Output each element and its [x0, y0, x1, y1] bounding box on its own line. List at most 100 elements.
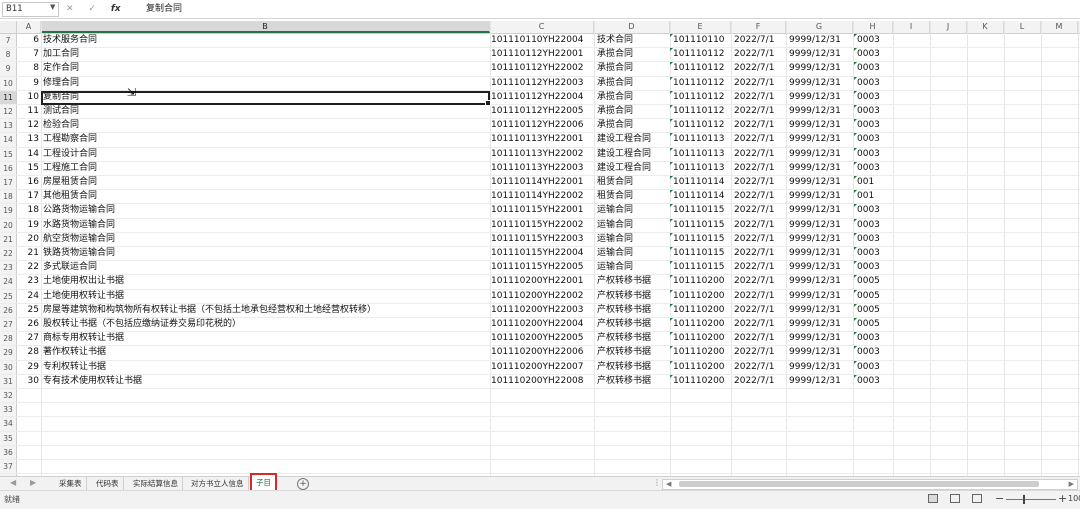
cell-e[interactable]: 101110112 — [670, 90, 725, 104]
cell-f[interactable]: 2022/7/1 — [734, 62, 774, 75]
cell-e[interactable]: 101110200 — [670, 318, 725, 331]
column-header-e[interactable]: E — [670, 21, 731, 33]
cell-b[interactable]: 多式联运合同 — [43, 261, 97, 274]
cell-b[interactable]: 商标专用权转让书据 — [43, 332, 124, 345]
cell-g[interactable]: 9999/12/31 — [789, 148, 841, 161]
row-header[interactable]: 21 — [0, 232, 17, 246]
cell-a[interactable]: 6 — [17, 34, 41, 47]
cell-d[interactable]: 运输合同 — [597, 261, 633, 274]
cell-h[interactable]: 0003 — [854, 76, 880, 90]
row-header[interactable]: 7 — [0, 34, 17, 48]
cell-h[interactable]: 0003 — [854, 332, 880, 345]
cell-f[interactable]: 2022/7/1 — [734, 247, 774, 260]
cell-f[interactable]: 2022/7/1 — [734, 275, 774, 288]
cell-e[interactable]: 101110113 — [670, 133, 725, 146]
normal-view-icon[interactable] — [928, 494, 938, 503]
cell-a[interactable]: 11 — [17, 105, 41, 118]
cell-c[interactable]: 101110114YH22002 — [491, 190, 583, 203]
cell-f[interactable]: 2022/7/1 — [734, 190, 774, 203]
cell-g[interactable]: 9999/12/31 — [789, 361, 841, 374]
cell-d[interactable]: 建设工程合同 — [597, 162, 651, 175]
row-header[interactable]: 20 — [0, 218, 17, 232]
row-header[interactable]: 18 — [0, 190, 17, 204]
row-header[interactable]: 27 — [0, 318, 17, 332]
scroll-left-icon[interactable]: ◀ — [666, 480, 671, 489]
cell-h[interactable]: 0003 — [854, 247, 880, 260]
add-sheet-button[interactable]: + — [297, 478, 309, 490]
enter-icon[interactable]: ✓ — [88, 2, 96, 16]
cell-c[interactable]: 101110112YH22001 — [491, 48, 583, 61]
more-tabs-icon[interactable]: ⋮ — [653, 478, 661, 487]
cell-a[interactable]: 23 — [17, 275, 41, 288]
cell-g[interactable]: 9999/12/31 — [789, 346, 841, 359]
cell-f[interactable]: 2022/7/1 — [734, 119, 774, 132]
cell-b[interactable]: 工程施工合同 — [43, 162, 97, 175]
cell-d[interactable]: 承揽合同 — [597, 77, 633, 90]
cell-d[interactable]: 产权转移书据 — [597, 361, 651, 374]
cell-h[interactable]: 0003 — [854, 90, 880, 104]
cell-d[interactable]: 产权转移书据 — [597, 346, 651, 359]
cell-c[interactable]: 101110112YH22006 — [491, 119, 583, 132]
cell-f[interactable]: 2022/7/1 — [734, 361, 774, 374]
cell-c[interactable]: 101110112YH22003 — [491, 77, 583, 90]
cell-a[interactable]: 27 — [17, 332, 41, 345]
cell-b[interactable]: 技术服务合同 — [43, 34, 97, 47]
cell-c[interactable]: 101110200YH22004 — [491, 318, 583, 331]
cell-e[interactable]: 101110200 — [670, 374, 725, 388]
cell-g[interactable]: 9999/12/31 — [789, 247, 841, 260]
scroll-right-icon[interactable]: ▶ — [1069, 480, 1074, 489]
zoom-slider[interactable] — [1006, 499, 1056, 500]
cell-a[interactable]: 15 — [17, 162, 41, 175]
page-break-view-icon[interactable] — [972, 494, 982, 503]
cell-e[interactable]: 101110115 — [670, 247, 725, 260]
cell-c[interactable]: 101110114YH22001 — [491, 176, 583, 189]
cell-selection[interactable] — [41, 91, 491, 106]
cell-a[interactable]: 28 — [17, 346, 41, 359]
cell-d[interactable]: 产权转移书据 — [597, 290, 651, 303]
cell-b[interactable]: 测试合同 — [43, 105, 79, 118]
cell-c[interactable]: 101110200YH22008 — [491, 375, 583, 388]
cell-e[interactable]: 101110115 — [670, 204, 725, 217]
cell-e[interactable]: 101110200 — [670, 346, 725, 359]
cell-e[interactable]: 101110114 — [670, 176, 725, 189]
zoom-slider-thumb[interactable] — [1023, 495, 1025, 504]
cell-f[interactable]: 2022/7/1 — [734, 148, 774, 161]
cell-a[interactable]: 29 — [17, 361, 41, 374]
cell-d[interactable]: 产权转移书据 — [597, 375, 651, 388]
cell-a[interactable]: 26 — [17, 318, 41, 331]
cell-d[interactable]: 承揽合同 — [597, 48, 633, 61]
cell-f[interactable]: 2022/7/1 — [734, 176, 774, 189]
cell-a[interactable] — [17, 417, 41, 430]
cell-h[interactable]: 0003 — [854, 161, 880, 175]
cell-f[interactable]: 2022/7/1 — [734, 34, 774, 47]
row-header[interactable]: 10 — [0, 76, 17, 90]
sheet-tab[interactable]: 采集表 — [55, 477, 87, 490]
cell-g[interactable]: 9999/12/31 — [789, 190, 841, 203]
cell-e[interactable]: 101110115 — [670, 261, 725, 274]
row-header[interactable]: 26 — [0, 303, 17, 317]
cell-h[interactable]: 0005 — [854, 289, 880, 303]
cell-d[interactable]: 承揽合同 — [597, 119, 633, 132]
column-header-a[interactable]: A — [17, 21, 41, 33]
horizontal-scrollbar[interactable]: ◀ ▶ — [662, 479, 1078, 490]
zoom-in-button[interactable]: + — [1058, 492, 1067, 505]
cell-h[interactable]: 0003 — [854, 374, 880, 388]
row-header[interactable]: 34 — [0, 417, 17, 431]
column-header-g[interactable]: G — [786, 21, 853, 33]
cell-h[interactable]: 0005 — [854, 303, 880, 317]
cell-a[interactable]: 22 — [17, 261, 41, 274]
cell-a[interactable]: 13 — [17, 133, 41, 146]
cell-b[interactable]: 修理合同 — [43, 77, 79, 90]
formula-input[interactable]: 复制合同 — [146, 2, 1076, 16]
cell-a[interactable]: 30 — [17, 375, 41, 388]
column-header-c[interactable]: C — [490, 21, 594, 33]
cell-f[interactable]: 2022/7/1 — [734, 219, 774, 232]
row-header[interactable]: 15 — [0, 147, 17, 161]
cell-h[interactable]: 0005 — [854, 275, 880, 288]
cell-h[interactable]: 0003 — [854, 48, 880, 61]
cell-c[interactable]: 101110200YH22003 — [491, 304, 583, 317]
row-header[interactable]: 11 — [0, 90, 17, 104]
cell-d[interactable]: 建设工程合同 — [597, 133, 651, 146]
fill-handle[interactable] — [485, 100, 491, 106]
cell-c[interactable]: 101110115YH22003 — [491, 233, 583, 246]
